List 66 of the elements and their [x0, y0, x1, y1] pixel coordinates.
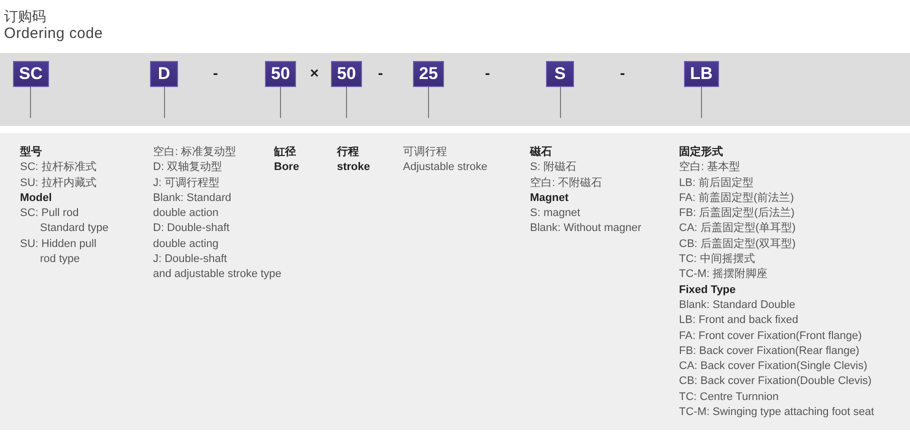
description-text: FA: Front cover Fixation(Front flange): [679, 328, 862, 344]
subtitle: Ordering code: [4, 25, 103, 43]
code-separator: -: [485, 64, 490, 84]
description-text: FA: 前盖固定型(前法兰): [679, 190, 794, 206]
description-heading: Fixed Type: [679, 282, 736, 298]
description-heading: Model: [20, 190, 52, 206]
description-text: SC: 拉杆标准式: [20, 160, 96, 176]
code-segment: SC: [13, 61, 49, 87]
description-text: CB: Back cover Fixation(Double Clevis): [679, 374, 872, 390]
description-text: TC: 中间摇摆式: [679, 252, 755, 268]
description-text: CA: 后盖固定型(单耳型): [679, 221, 796, 236]
description-text: CA: Back cover Fixation(Single Clevis): [679, 359, 868, 374]
code-separator: -: [378, 64, 383, 84]
description-heading: 缸径: [274, 145, 296, 160]
code-separator: ×: [310, 64, 319, 84]
description-text: J: 可调行程型: [153, 176, 220, 191]
description-text: 空白: 标准复动型: [153, 145, 236, 160]
leader-line: [700, 87, 702, 118]
description-text: 空白: 基本型: [679, 160, 740, 176]
description-text: rod type: [39, 252, 80, 268]
code-segment: 25: [413, 61, 444, 87]
description-text: Blank: Standard: [153, 190, 232, 206]
code-segment: S: [546, 61, 574, 87]
description-text: TC-M: 摇摆附脚座: [679, 267, 768, 282]
description-text: SC: Pull rod: [20, 206, 79, 222]
description-heading: 固定形式: [679, 145, 723, 160]
code-separator: -: [213, 64, 218, 84]
description-text: FB: 后盖固定型(后法兰): [679, 206, 794, 222]
description-text: Blank: Without magner: [530, 221, 642, 236]
description-text: Adjustable stroke: [403, 160, 488, 176]
description-heading: Magnet: [530, 190, 568, 206]
description-text: SU: Hidden pull: [20, 236, 96, 252]
description-text: TC: Centre Turnnion: [679, 390, 779, 405]
description-heading: stroke: [337, 160, 370, 176]
description-text: S: magnet: [530, 206, 580, 222]
description-text: double acting: [153, 236, 218, 252]
leader-line: [280, 87, 281, 118]
description-text: double action: [153, 206, 218, 222]
description-text: S: 附磁石: [530, 160, 576, 176]
leader-line: [346, 87, 347, 118]
code-segment: 50: [331, 61, 362, 87]
code-segment: LB: [684, 61, 719, 87]
description-heading: 行程: [337, 145, 359, 160]
description-heading: Bore: [274, 160, 300, 176]
code-segment: 50: [265, 61, 296, 87]
description-text: D: 双轴复动型: [153, 160, 222, 176]
description-text: and adjustable stroke type: [153, 267, 282, 282]
description-text: D: Double-shaft: [153, 221, 230, 236]
description-heading: 型号: [20, 145, 42, 160]
code-separator: -: [620, 64, 625, 84]
description-text: 可调行程: [403, 145, 447, 160]
description-text: 空白: 不附磁石: [530, 176, 602, 191]
leader-line: [30, 87, 32, 118]
code-segment: D: [150, 61, 178, 87]
description-text: LB: 前后固定型: [679, 176, 754, 191]
description-text: TC-M: Swinging type attaching foot seat: [679, 405, 874, 420]
description-heading: 磁石: [530, 145, 552, 160]
description-text: J: Double-shaft: [153, 252, 227, 268]
description-text: SU: 拉杆内藏式: [20, 176, 96, 191]
description-text: Standard type: [39, 221, 108, 236]
description-text: CB: 后盖固定型(双耳型): [679, 236, 796, 252]
description-text: LB: Front and back fixed: [679, 313, 798, 328]
title: 订购码: [4, 8, 46, 25]
leader-line: [428, 87, 429, 118]
description-text: Blank: Standard Double: [679, 298, 796, 313]
description-text: FB: Back cover Fixation(Rear flange): [679, 344, 860, 359]
